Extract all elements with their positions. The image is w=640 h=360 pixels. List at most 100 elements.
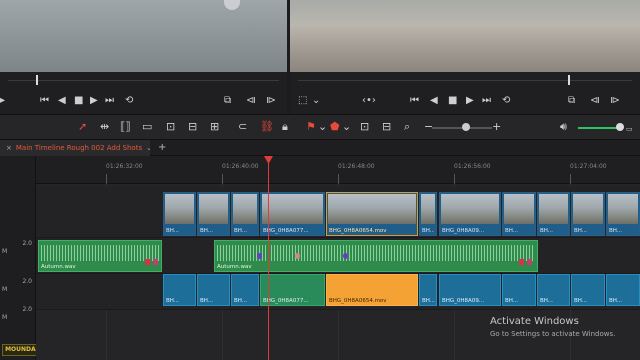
video-clip[interactable]: BH...: [231, 192, 259, 236]
play-reverse-icon[interactable]: ◀: [430, 94, 438, 108]
video-clip[interactable]: BH...: [197, 192, 230, 236]
video-clip[interactable]: BH...: [419, 192, 437, 236]
timeline-transport-controls: ⬚ ⌄ ‹•› ⏮ ◀ ■ ▶ ⏭ ⟲ ⧉ ⧏ ⧐: [290, 88, 640, 114]
replace-icon[interactable]: ⊞: [210, 120, 219, 134]
snap-icon[interactable]: ⊂: [238, 120, 247, 134]
video-clip[interactable]: BH...: [606, 192, 640, 236]
ruler-label: 01:27:04:00: [570, 163, 607, 170]
zoom-slider-handle[interactable]: [462, 123, 470, 131]
pointer-icon[interactable]: ➚: [78, 120, 87, 134]
play-icon[interactable]: ▶: [90, 94, 98, 108]
chevron-down-icon[interactable]: ⌄: [312, 94, 320, 108]
match-frame-icon[interactable]: ⧉: [224, 94, 231, 108]
link-icon[interactable]: ⛓: [260, 120, 274, 134]
ruler-label: 01:26:56:00: [454, 163, 491, 170]
trim-icon[interactable]: ⇹: [100, 120, 109, 134]
mute-button[interactable]: M: [2, 286, 7, 293]
mute-button[interactable]: M: [2, 314, 7, 321]
track-level: 2.0: [22, 240, 32, 247]
stop-icon[interactable]: ■: [74, 94, 83, 108]
skip-back-icon[interactable]: ⏮: [410, 94, 419, 108]
zoom-in-icon[interactable]: +: [492, 120, 501, 134]
linked-audio-clip[interactable]: BH...: [606, 274, 640, 306]
skip-back-icon[interactable]: ⏮: [40, 94, 49, 108]
marker-icon[interactable]: [519, 259, 524, 265]
play-icon[interactable]: ▶: [466, 94, 474, 108]
dynamic-trim-icon[interactable]: ⟦⟧: [120, 120, 131, 134]
audio-clip[interactable]: Autumn.wav: [38, 240, 162, 272]
keyframe-icon[interactable]: [343, 253, 348, 259]
linked-audio-clip-selected[interactable]: BHG_0H8A0654.mov: [326, 274, 418, 306]
flag-icon[interactable]: ⚑: [306, 120, 316, 134]
volume-slider[interactable]: [578, 127, 620, 129]
viewer-frame-detail: [224, 0, 240, 10]
add-timeline-tab-button[interactable]: +: [158, 140, 166, 156]
skip-forward-icon[interactable]: ⏭: [105, 94, 114, 108]
ruler-label: 01:26:32:00: [106, 163, 143, 170]
marker-icon[interactable]: [145, 259, 150, 265]
chevron-down-icon[interactable]: ⌄: [146, 144, 150, 152]
linked-audio-clip[interactable]: BHG_0H8A077...: [260, 274, 325, 306]
video-clip[interactable]: BH...: [163, 192, 196, 236]
close-tab-icon[interactable]: ×: [6, 144, 12, 152]
mark-in-icon[interactable]: ⧏: [246, 94, 256, 108]
skip-forward-icon[interactable]: ⏭: [482, 94, 491, 108]
volume-icon[interactable]: 🔊︎: [560, 120, 567, 134]
chevron-down-icon[interactable]: ⌄: [342, 120, 351, 134]
video-clip[interactable]: BHG_0H8A077...: [260, 192, 325, 236]
video-clip[interactable]: BH...: [537, 192, 570, 236]
track-level: 2.0: [22, 306, 32, 313]
marker-icon[interactable]: [153, 259, 158, 265]
jog-left-icon[interactable]: ▸: [0, 94, 5, 108]
lock-icon[interactable]: 🔒︎: [282, 120, 288, 134]
linked-audio-clip[interactable]: BH...: [419, 274, 437, 306]
video-clip[interactable]: BHG_0H8A09...: [439, 192, 501, 236]
video-clip[interactable]: BH...: [571, 192, 605, 236]
keyframe-icon[interactable]: [257, 253, 262, 259]
playhead[interactable]: [268, 156, 269, 360]
linked-audio-clip[interactable]: BHG_0H8A09...: [439, 274, 501, 306]
linked-audio-clip[interactable]: BH...: [197, 274, 230, 306]
loop-icon[interactable]: ⟲: [125, 94, 133, 108]
linked-audio-clip[interactable]: BH...: [231, 274, 259, 306]
overwrite-icon[interactable]: ⊟: [188, 120, 197, 134]
audio-clip[interactable]: Autumn.wav: [214, 240, 538, 272]
mark-out-icon[interactable]: ⧐: [266, 94, 276, 108]
linked-audio-clip[interactable]: BH...: [502, 274, 536, 306]
timecode-ruler[interactable]: 01:26:32:00 01:26:40:00 01:26:48:00 01:2…: [36, 156, 640, 184]
blade-icon[interactable]: ▭: [142, 120, 152, 134]
marker-icon[interactable]: ⬟: [330, 120, 340, 134]
loop-icon[interactable]: ⟲: [502, 94, 510, 108]
viewer-options-icon[interactable]: ⬚: [298, 94, 307, 108]
mark-out-icon[interactable]: ⧐: [610, 94, 620, 108]
zoom-detail-icon[interactable]: ⊟: [382, 120, 391, 134]
source-viewer[interactable]: [0, 0, 287, 72]
linked-audio-clip[interactable]: BH...: [163, 274, 196, 306]
watermark-title: Activate Windows: [490, 316, 579, 327]
video-clip[interactable]: BH...: [502, 192, 536, 236]
timeline-scrub-head[interactable]: [568, 75, 570, 85]
mark-in-icon[interactable]: ⧏: [590, 94, 600, 108]
timeline-tab[interactable]: × Main Timeline Rough 002 Add Shots ⌄: [0, 140, 150, 156]
chevron-down-icon[interactable]: ⌄: [318, 120, 327, 134]
linked-audio-clip[interactable]: BH...: [571, 274, 605, 306]
source-scrub-head[interactable]: [36, 75, 38, 85]
zoom-full-icon[interactable]: ⊡: [360, 120, 369, 134]
stop-icon[interactable]: ■: [448, 94, 457, 108]
meter-icon[interactable]: ▭: [626, 122, 633, 136]
play-reverse-icon[interactable]: ◀: [58, 94, 66, 108]
keyframe-icon[interactable]: [295, 253, 300, 259]
mute-button[interactable]: M: [2, 248, 7, 255]
source-scrubber[interactable]: [0, 72, 287, 88]
video-clip-selected[interactable]: BHG_0H8A0654.mov: [326, 192, 418, 236]
zoom-custom-icon[interactable]: ⌕: [404, 120, 410, 134]
timeline-viewer[interactable]: [290, 0, 640, 72]
insert-icon[interactable]: ⊡: [166, 120, 175, 134]
match-frame-icon[interactable]: ⧉: [568, 94, 575, 108]
marker-icon[interactable]: [527, 259, 532, 265]
timeline-tab-bar: × Main Timeline Rough 002 Add Shots ⌄ +: [0, 140, 640, 156]
timeline-scrubber[interactable]: [290, 72, 640, 88]
jog-icon[interactable]: ‹•›: [362, 94, 376, 108]
volume-slider-handle[interactable]: [616, 123, 624, 131]
linked-audio-clip[interactable]: BH...: [537, 274, 570, 306]
